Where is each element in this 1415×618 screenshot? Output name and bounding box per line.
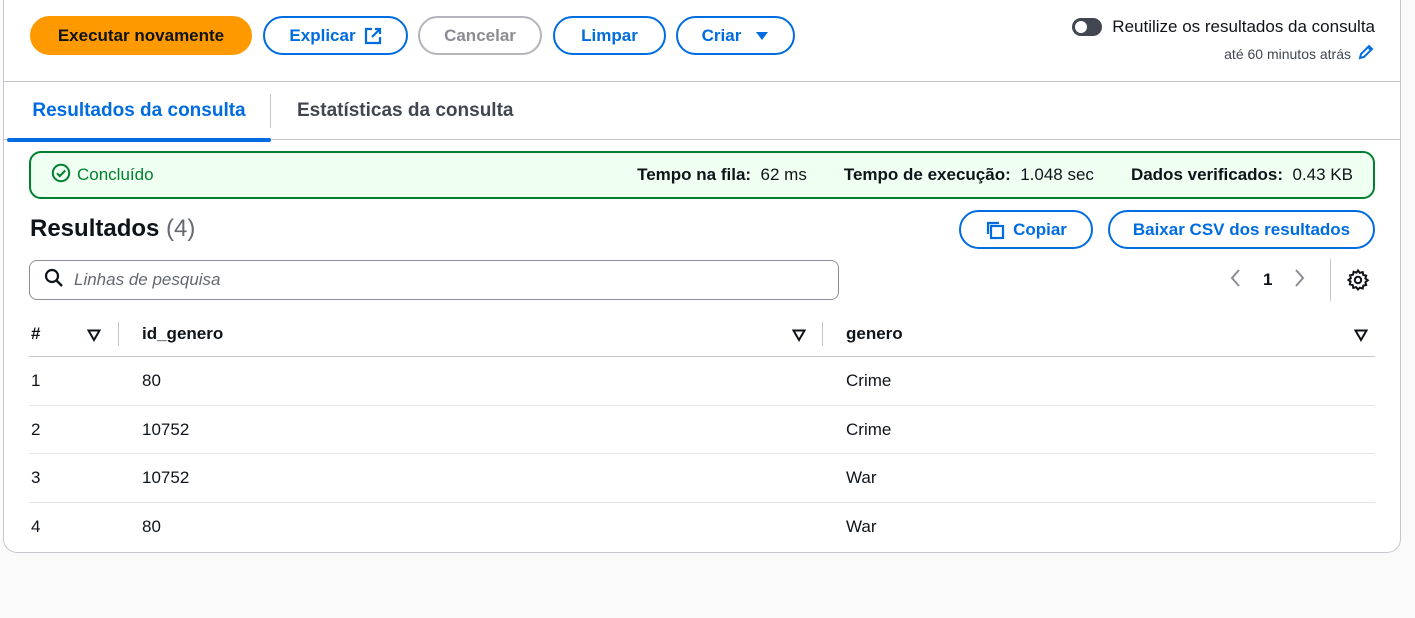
execution-time: Tempo de execução: 1.048 sec <box>844 165 1094 185</box>
reuse-results-toggle[interactable] <box>1072 18 1103 36</box>
status-text: Concluído <box>77 165 154 184</box>
results-title: Resultados <box>30 215 160 242</box>
search-field <box>29 260 839 300</box>
pagination-divider <box>1330 259 1331 301</box>
cell-id-genero: 80 <box>142 371 161 390</box>
cancel-button[interactable]: Cancelar <box>418 16 542 55</box>
create-button[interactable]: Criar <box>676 16 795 55</box>
data-scanned-label: Dados verificados: <box>1130 165 1284 184</box>
sort-icon[interactable] <box>86 327 102 347</box>
chevron-right-icon[interactable] <box>1294 268 1306 293</box>
external-link-icon <box>364 27 382 45</box>
table-row: 1 80 Crime <box>29 357 1375 406</box>
explain-button[interactable]: Explicar <box>263 16 408 55</box>
copy-icon <box>985 220 1005 240</box>
download-csv-label: Baixar CSV dos resultados <box>1132 219 1351 239</box>
cell-id-genero: 10752 <box>142 468 190 487</box>
cell-index: 3 <box>31 468 41 487</box>
column-header-genero[interactable]: genero <box>846 310 903 357</box>
explain-label: Explicar <box>289 25 356 45</box>
caret-down-icon <box>755 31 769 41</box>
results-table: # id_genero genero 1 80 Crime 2 10752 Cr… <box>29 310 1375 551</box>
cell-index: 1 <box>31 371 41 390</box>
result-tabs: Resultados da consulta Estatísticas da c… <box>4 82 1400 142</box>
pagination: 1 <box>1229 265 1306 295</box>
status-bar: Concluído Tempo na fila: 62 ms Tempo de … <box>29 151 1375 199</box>
cell-genero: Crime <box>846 419 892 439</box>
status-metrics: Tempo na fila: 62 ms Tempo de execução: … <box>637 165 1353 185</box>
cell-id-genero: 10752 <box>142 419 190 439</box>
cell-index: 2 <box>31 419 41 439</box>
queue-time: Tempo na fila: 62 ms <box>637 165 807 185</box>
copy-label: Copiar <box>1013 219 1067 239</box>
results-heading: Resultados (4) <box>30 215 195 243</box>
query-results-panel: Executar novamente Explicar Cancelar Lim… <box>3 0 1401 553</box>
tab-divider <box>270 94 271 128</box>
tab-query-results-label: Resultados da consulta <box>32 100 246 121</box>
column-header-id-genero[interactable]: id_genero <box>142 310 223 357</box>
tab-query-stats-label: Estatísticas da consulta <box>297 100 514 121</box>
gear-icon[interactable] <box>1346 268 1370 297</box>
cell-genero: Crime <box>846 371 892 390</box>
table-header: # id_genero genero <box>29 310 1375 357</box>
search-icon <box>44 268 64 293</box>
pencil-icon[interactable] <box>1357 43 1375 64</box>
column-divider[interactable] <box>118 322 119 346</box>
column-header-index: # <box>31 323 41 343</box>
data-scanned-value: 0.43 KB <box>1292 165 1354 184</box>
run-again-button[interactable]: Executar novamente <box>30 16 252 55</box>
results-count: (4) <box>166 215 196 242</box>
table-row: 2 10752 Crime <box>29 406 1375 454</box>
column-divider[interactable] <box>822 322 823 346</box>
cancel-label: Cancelar <box>444 25 516 45</box>
queue-time-label: Tempo na fila: <box>637 165 752 184</box>
tab-query-stats[interactable]: Estatísticas da consulta <box>297 82 513 140</box>
clear-label: Limpar <box>581 25 638 45</box>
chevron-left-icon[interactable] <box>1229 268 1241 293</box>
search-input[interactable] <box>74 270 774 290</box>
data-scanned: Dados verificados: 0.43 KB <box>1131 165 1353 185</box>
toolbar: Executar novamente Explicar Cancelar Lim… <box>4 0 1400 82</box>
queue-time-value: 62 ms <box>760 165 807 184</box>
reuse-results-label: Reutilize os resultados da consulta <box>1112 17 1375 36</box>
sort-icon[interactable] <box>1353 327 1369 347</box>
run-again-label: Executar novamente <box>57 25 225 45</box>
reuse-results: Reutilize os resultados da consulta até … <box>1072 17 1375 64</box>
download-csv-button[interactable]: Baixar CSV dos resultados <box>1108 210 1375 249</box>
tab-query-results[interactable]: Resultados da consulta <box>7 82 271 142</box>
page-number[interactable]: 1 <box>1263 270 1272 290</box>
cell-id-genero: 80 <box>142 516 161 536</box>
table-row: 4 80 War <box>29 503 1375 552</box>
clear-button[interactable]: Limpar <box>553 16 666 55</box>
execution-time-label: Tempo de execução: <box>843 165 1011 184</box>
check-circle-icon <box>51 163 71 188</box>
copy-button[interactable]: Copiar <box>959 210 1093 249</box>
execution-time-value: 1.048 sec <box>1020 165 1094 184</box>
cell-genero: War <box>846 468 877 487</box>
sort-icon[interactable] <box>791 327 807 347</box>
cell-index: 4 <box>31 516 41 536</box>
status-completed: Concluído <box>51 163 154 188</box>
reuse-results-sublabel: até 60 minutos atrás <box>1224 45 1351 62</box>
create-label: Criar <box>701 25 742 45</box>
table-row: 3 10752 War <box>29 454 1375 503</box>
cell-genero: War <box>846 516 877 536</box>
